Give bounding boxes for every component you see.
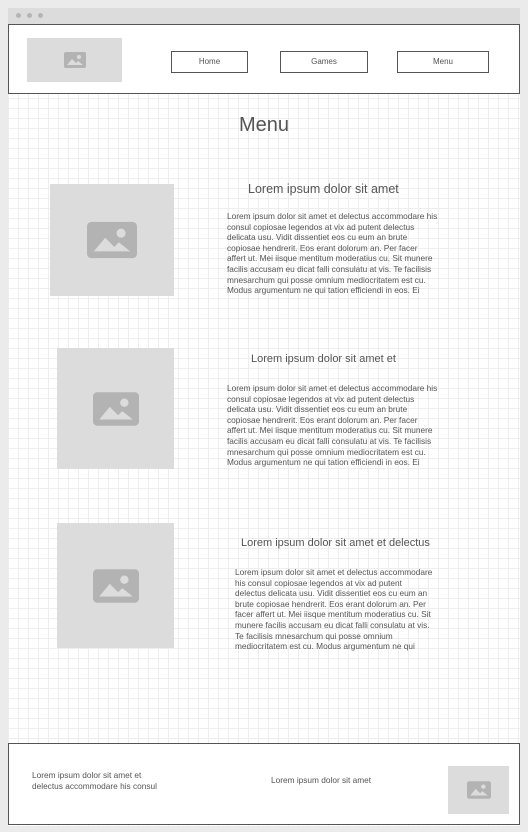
description-line: copiosae hendrerit. Eos erant dolorum an… [227, 414, 418, 425]
nav-home-button[interactable]: Home [171, 51, 248, 73]
description-line: Lorem ipsum dolor sit amet et delectus a… [235, 567, 433, 577]
image-placeholder-icon [92, 391, 139, 426]
image-placeholder-icon [63, 52, 86, 68]
nav-games-button[interactable]: Games [280, 51, 368, 73]
menu-item-description: Lorem ipsum dolor sit amet et delectus a… [227, 383, 437, 468]
footer-line: delectus accommodare his consul [32, 781, 157, 791]
window-dot [16, 13, 21, 18]
footer-line: Lorem ipsum dolor sit amet et [32, 770, 142, 780]
footer-center-text: Lorem ipsum dolor sit amet [271, 775, 372, 785]
page-title: Menu [238, 114, 290, 136]
description-line: brute copiosae hendrerit. Eos erant dolo… [235, 598, 426, 609]
nav-menu-button[interactable]: Menu [397, 51, 489, 73]
menu-item-image [50, 184, 174, 296]
window-dot [38, 13, 43, 18]
image-placeholder-icon [87, 221, 137, 259]
menu-item-title: Lorem ipsum dolor sit amet [248, 182, 399, 196]
menu-item-image [57, 523, 174, 648]
description-line: facer affert ut. Mei iisque mentitum mod… [235, 609, 431, 620]
description-line: consul copiosae legendos at vix ad puten… [227, 221, 415, 232]
image-placeholder-icon [466, 781, 491, 799]
description-line: Lorem ipsum dolor sit amet et delectus a… [227, 383, 438, 393]
menu-item-description: Lorem ipsum dolor sit amet et delectus a… [235, 567, 432, 652]
description-line: Modus argumentum ne qui tation efficiend… [227, 457, 420, 468]
description-line: munere facilis accusam eu dicat falli co… [235, 619, 430, 630]
description-line: his consul copiosae legendos at vix ad p… [235, 577, 402, 588]
description-line: Te facilisis mnesarchum qui posse omnium [235, 630, 393, 641]
description-line: affert ut. Mei iisque mentitum moderatiu… [227, 425, 433, 436]
description-line: delicata usu. Vidit dissentiet eos cu eu… [227, 404, 408, 415]
site-header: Home Games Menu [8, 24, 520, 94]
site-footer: Lorem ipsum dolor sit amet et delectus a… [8, 743, 520, 825]
footer-image-placeholder [448, 766, 509, 814]
window-titlebar [8, 8, 520, 24]
description-line: copiosae hendrerit. Eos erant dolorum an… [227, 242, 418, 253]
menu-item-title: Lorem ipsum dolor sit amet et delectus [241, 537, 430, 549]
description-line: consul copiosae legendos at vix ad puten… [227, 393, 415, 404]
logo-placeholder[interactable] [27, 38, 122, 82]
description-line: facilis accusam eu dicat falli consulatu… [227, 263, 432, 274]
menu-item-title: Lorem ipsum dolor sit amet et [251, 353, 396, 365]
browser-window: Home Games Menu Menu Lorem ipsum dolor s… [8, 8, 520, 826]
window-dot [27, 13, 32, 18]
image-placeholder-icon [92, 568, 139, 603]
description-line: delicata usu. Vidit dissentiet eos cu eu… [227, 232, 408, 243]
description-line: facilis accusam eu dicat falli consulatu… [227, 435, 432, 446]
menu-item-description: Lorem ipsum dolor sit amet et delectus a… [227, 211, 437, 296]
footer-left-text: Lorem ipsum dolor sit amet et delectus a… [32, 770, 157, 792]
description-line: mnesarchum qui posse omnium mediocritate… [227, 446, 426, 457]
description-line: Modus argumentum ne qui tation efficiend… [227, 285, 420, 296]
description-line: Lorem ipsum dolor sit amet et delectus a… [227, 211, 438, 221]
description-line: delectus delicata usu. Vidit dissentiet … [235, 588, 428, 599]
menu-item-image [57, 348, 174, 469]
description-line: affert ut. Mei iisque mentitum moderatiu… [227, 253, 433, 264]
description-line: mnesarchum qui posse omnium mediocritate… [227, 274, 426, 285]
description-line: mediocritatem est cu. Modus argumentum n… [235, 641, 415, 652]
